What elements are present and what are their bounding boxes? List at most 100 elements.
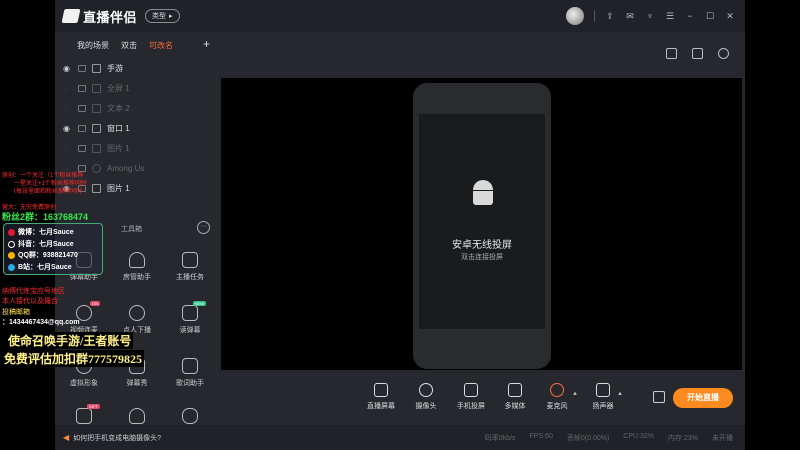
source-label: 扬声器 [592, 403, 614, 410]
more-tools-button[interactable]: ··· [197, 221, 210, 234]
lock-icon[interactable] [78, 144, 86, 152]
tab-renamable[interactable]: 可改名 [149, 40, 173, 51]
overlay-email-label: 投稿邮箱 [2, 309, 30, 316]
social-text: 微博：七月Sauce [18, 229, 74, 236]
eye-icon[interactable]: ◉ [63, 124, 72, 133]
record-icon[interactable] [653, 391, 665, 403]
microphone-icon [550, 383, 564, 397]
lock-icon[interactable] [78, 124, 86, 132]
maximize-icon[interactable]: ☐ [705, 11, 715, 21]
mail-icon[interactable]: ✉ [625, 11, 635, 21]
phone-icon [92, 63, 101, 73]
tool-room-manager[interactable]: 房管助手 [111, 252, 163, 282]
source-item[interactable]: ◉ 手游 [55, 58, 220, 78]
tool-label: 读弹幕 [179, 327, 201, 334]
tab-double-click[interactable]: 双击 [121, 40, 137, 51]
douyin-icon [8, 240, 15, 248]
source-bar: 直播屏幕 摄像头 手机投屏 多媒体 麦克风 ▲ 扬声器 ▲ [220, 376, 745, 424]
social-overlay: 微博：七月Sauce 抖音：七月Sauce QQ群：938821470 B站：七… [3, 223, 103, 275]
shirt-icon[interactable]: ♆ [645, 11, 655, 21]
layout-icon[interactable] [692, 48, 703, 59]
bitrate: 码率0kb/s [484, 434, 516, 442]
task-icon [182, 252, 198, 268]
overlay-email: ：1434467434@qq.com [2, 319, 80, 326]
tool-label: 弹幕秀 [126, 380, 148, 387]
chevron-up-icon[interactable]: ▲ [617, 391, 623, 397]
eye-icon[interactable]: ◉ [63, 64, 72, 73]
screen-capture-button[interactable]: 直播屏幕 [358, 383, 404, 411]
on-badge: ON [90, 301, 100, 306]
tip-text: 如何把手机变成电脑摄像头? [73, 434, 162, 442]
phone-cast-button[interactable]: 手机投屏 [448, 383, 494, 411]
gamepad-icon [182, 408, 198, 424]
gift-box-icon[interactable] [666, 48, 677, 59]
overlay-notice: 本人接代以及撮合 [2, 298, 58, 305]
social-text: 抖音：七月Sauce [18, 240, 74, 248]
tool-lyrics-assistant[interactable]: 歌词助手 [164, 358, 216, 388]
multimedia-button[interactable]: 多媒体 [492, 383, 538, 411]
phone-cast-subtitle: 双击连接投屏 [461, 254, 503, 261]
weibo-icon [8, 229, 15, 236]
speaker-button[interactable]: 扬声器 [580, 383, 626, 411]
lock-icon[interactable] [78, 104, 86, 112]
add-scene-button[interactable]: + [203, 38, 210, 50]
close-icon[interactable]: ✕ [725, 11, 735, 21]
eye-off-icon[interactable]: ◌ [63, 84, 72, 93]
source-name: Among Us [107, 163, 145, 173]
app-window: 直播伴侣 类型 ▸ ⇪ ✉ ♆ ☰ − ☐ ✕ 我的场景 双击 可改名 + ◉ [55, 0, 745, 450]
preview-canvas[interactable]: 安卓无线投屏 双击连接投屏 [221, 78, 742, 370]
lock-icon[interactable] [78, 84, 86, 92]
social-row: QQ群：938821470 [8, 250, 98, 262]
type-selector-button[interactable]: 类型 ▸ [145, 9, 180, 23]
gift-icon [76, 408, 92, 424]
tool-end-stream[interactable]: 点人下播 [111, 305, 163, 335]
lock-icon[interactable] [78, 64, 86, 72]
source-item[interactable]: ◌ 文本 2 [55, 98, 220, 118]
tool-label: 房管助手 [123, 274, 151, 281]
toolbox-title: 工具箱 [121, 226, 142, 233]
share-icon[interactable] [718, 48, 729, 59]
fire-icon [129, 408, 145, 424]
speech-icon [182, 305, 198, 321]
tip-link[interactable]: ◀ 如何把手机变成电脑摄像头? [63, 433, 161, 443]
source-item[interactable]: ◌ 全屏 1 [55, 78, 220, 98]
social-text: B站：七月Sauce [18, 263, 72, 271]
tool-streamer-tasks[interactable]: 主播任务 [164, 252, 216, 282]
social-row: 抖音：七月Sauce [8, 239, 98, 251]
bilibili-icon [8, 263, 15, 271]
source-name: 手游 [107, 63, 123, 73]
source-item[interactable]: ◌ 图片 1 [55, 138, 220, 158]
source-label: 直播屏幕 [367, 403, 395, 410]
camera-button[interactable]: 摄像头 [403, 383, 449, 411]
qq-icon [8, 252, 15, 259]
source-item[interactable]: ◉ 窗口 1 [55, 118, 220, 138]
source-name: 全屏 1 [107, 83, 130, 93]
source-label: 手机投屏 [457, 403, 485, 410]
tool-label: 虚拟形象 [70, 380, 98, 387]
phone-screen[interactable]: 安卓无线投屏 双击连接投屏 [419, 114, 545, 329]
start-stream-button[interactable]: 开始直播 [673, 388, 733, 408]
eye-off-icon[interactable]: ◌ [63, 104, 72, 113]
fps: FPS:60 [529, 432, 553, 440]
chevron-up-icon[interactable]: ▲ [572, 391, 578, 397]
minimize-icon[interactable]: − [685, 11, 695, 21]
microphone-button[interactable]: 麦克风 [534, 383, 580, 411]
game-icon [92, 163, 101, 173]
tab-my-scenes[interactable]: 我的场景 [77, 40, 109, 51]
window-icon [92, 123, 101, 133]
eye-off-icon[interactable]: ◌ [63, 144, 72, 153]
menu-icon[interactable]: ☰ [665, 11, 675, 21]
tool-read-danmaku[interactable]: NEW 读弹幕 [164, 301, 216, 335]
title-bar: 直播伴侣 类型 ▸ ⇪ ✉ ♆ ☰ − ☐ ✕ [55, 0, 745, 32]
speaker-icon [596, 383, 610, 397]
source-name: 图片 1 [107, 143, 130, 153]
lyrics-icon [182, 358, 198, 374]
social-row: 微博：七月Sauce [8, 227, 98, 239]
avatar[interactable] [566, 7, 584, 25]
source-name: 图片 1 [107, 183, 130, 193]
upload-icon[interactable]: ⇪ [605, 11, 615, 21]
gift-badge: GIFT [86, 404, 100, 409]
chevron-right-icon: ▸ [169, 13, 173, 20]
source-label: 麦克风 [546, 403, 568, 410]
phone-frame: 安卓无线投屏 双击连接投屏 [413, 83, 551, 369]
